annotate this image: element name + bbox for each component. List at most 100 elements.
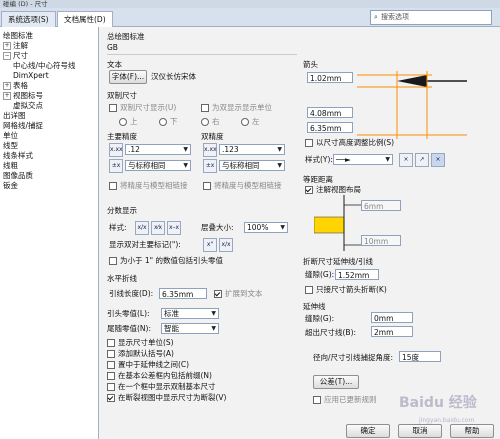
tree-item-drafting-standard[interactable]: 绘图标准 xyxy=(3,31,33,40)
tree-item-virtual-sharps[interactable]: 虚拟交点 xyxy=(13,101,43,110)
arrow-smart-icon[interactable]: × xyxy=(431,153,445,167)
checkbox-label: 在一个框中显示双制基本尺寸 xyxy=(118,382,216,391)
offset-first-input[interactable]: 6mm xyxy=(361,200,401,211)
tree-item-view-labels[interactable]: + 视图标号 xyxy=(3,91,43,100)
radio-circle[interactable] xyxy=(159,118,167,126)
fraction-style-diagonal-icon[interactable]: x⁄x xyxy=(151,221,165,235)
arrow-style-select[interactable]: ──► ▼ xyxy=(333,154,393,165)
dual-units-checkbox[interactable]: 为双显示显示单位 xyxy=(201,103,272,112)
arrow-height-input[interactable]: 1.02mm xyxy=(307,72,353,83)
beyond-dim-line-input[interactable]: 2mm xyxy=(371,326,413,337)
dual-precision-select[interactable]: .123 ▼ xyxy=(219,144,285,155)
tree-item-units[interactable]: 单位 xyxy=(3,131,18,140)
checkbox-box[interactable] xyxy=(107,383,115,391)
leading-zeros-select[interactable]: 标准 ▼ xyxy=(161,308,219,319)
radio-circle[interactable] xyxy=(201,118,209,126)
checkbox-box[interactable] xyxy=(214,290,222,298)
checkbox-box[interactable] xyxy=(313,396,321,404)
checkbox-box[interactable] xyxy=(305,139,313,147)
dual-basic-in-one-box-checkbox[interactable]: 在一个框中显示双制基本尺寸 xyxy=(107,382,216,391)
font-button[interactable]: 字体(F)... xyxy=(109,70,147,84)
part-edge-rect xyxy=(314,216,345,234)
select-value: 与标称相同 xyxy=(222,161,260,170)
checkbox-box[interactable] xyxy=(305,186,313,194)
broken-view-dims-checkbox[interactable]: 在断裂视图中显示尺寸为断裂(V) xyxy=(107,393,226,402)
annotation-view-layout-checkbox[interactable]: 注解视图布局 xyxy=(305,185,361,194)
tree-item-line-thickness[interactable]: 线粗 xyxy=(3,161,18,170)
checkbox-box[interactable] xyxy=(109,104,117,112)
tree-item-annotations[interactable]: + 注解 xyxy=(3,41,28,50)
radio-circle[interactable] xyxy=(241,118,249,126)
arrow-width-input[interactable]: 4.08mm xyxy=(307,107,353,118)
tree-item-centerlines[interactable]: 中心线/中心符号线 xyxy=(13,61,76,70)
tolerance-button[interactable]: 公差(T)... xyxy=(313,375,359,389)
tab-system-options[interactable]: 系统选项(S) xyxy=(1,11,56,27)
checkbox-box[interactable] xyxy=(107,394,115,402)
tree-item-dimensions[interactable]: − 尺寸 xyxy=(3,51,28,60)
primary-link-checkbox[interactable]: 将精度与模型相链接 xyxy=(109,181,188,190)
cancel-button[interactable]: 取消 xyxy=(398,424,442,438)
radio-top[interactable]: 上 xyxy=(119,117,138,126)
checkbox-box[interactable] xyxy=(107,372,115,380)
expand-icon[interactable]: + xyxy=(3,42,11,50)
dual-display-checkbox[interactable]: 双制尺寸显示(U) xyxy=(109,103,176,112)
tree-item-tables[interactable]: + 表格 xyxy=(3,81,28,90)
break-only-arrow-checkbox[interactable]: 只接尺寸箭头折断(K) xyxy=(305,285,387,294)
tab-document-properties[interactable]: 文档属性(D) xyxy=(57,11,113,28)
extension-gap-input[interactable]: 0mm xyxy=(371,312,413,323)
double-prime-icon-a[interactable]: x" xyxy=(203,238,217,252)
primary-precision-select[interactable]: .12 ▼ xyxy=(125,144,191,155)
checkbox-box[interactable] xyxy=(107,350,115,358)
apply-updated-rules-checkbox[interactable]: 应用已更新规则 xyxy=(313,395,377,404)
show-units-checkbox[interactable]: 显示尺寸单位(S) xyxy=(107,338,174,347)
fraction-style-horizontal-icon[interactable]: x/x xyxy=(135,221,149,235)
tree-item-grid-snap[interactable]: 网格线/捕捉 xyxy=(3,121,43,130)
expand-icon[interactable]: + xyxy=(3,82,11,90)
arrow-inside-icon[interactable]: ↗ xyxy=(415,153,429,167)
radio-right[interactable]: 右 xyxy=(201,117,220,126)
checkbox-box[interactable] xyxy=(107,339,115,347)
search-input[interactable]: ⌕ 搜索选项 xyxy=(370,10,492,25)
checkbox-label: 在断裂视图中显示尺寸为断裂(V) xyxy=(118,393,227,402)
checkbox-box[interactable] xyxy=(201,104,209,112)
tree-item-dimxpert[interactable]: DimXpert xyxy=(13,71,49,80)
radio-left[interactable]: 左 xyxy=(241,117,260,126)
help-button[interactable]: 帮助 xyxy=(450,424,494,438)
dual-tolerance-select[interactable]: 与标称相同 ▼ xyxy=(219,160,285,171)
trailing-zeros-select[interactable]: 智能 ▼ xyxy=(161,323,219,334)
offset-second-input[interactable]: 10mm xyxy=(361,235,401,246)
checkbox-box[interactable] xyxy=(109,182,117,190)
center-between-extension-checkbox[interactable]: 置中于延伸线之间(C) xyxy=(107,360,189,369)
tree-item-sheet-metal[interactable]: 钣金 xyxy=(3,181,18,190)
leader-length-input[interactable]: 6.35mm xyxy=(159,288,207,299)
extend-to-text-checkbox[interactable]: 扩展到文本 xyxy=(214,289,263,298)
arrow-outside-icon[interactable]: × xyxy=(399,153,413,167)
dual-link-checkbox[interactable]: 将精度与模型相链接 xyxy=(203,181,282,190)
arrow-length-input[interactable]: 6.35mm xyxy=(307,122,353,133)
checkbox-box[interactable] xyxy=(305,286,313,294)
radial-snap-input[interactable]: 15度 xyxy=(399,351,441,362)
fraction-style-stacked-icon[interactable]: x–x xyxy=(167,221,181,235)
offset-section-label: 等距距离 xyxy=(303,175,333,184)
radio-bottom[interactable]: 下 xyxy=(159,117,178,126)
tree-item-line-font[interactable]: 线型 xyxy=(3,141,18,150)
collapse-icon[interactable]: − xyxy=(3,52,11,60)
ok-button[interactable]: 确定 xyxy=(346,424,390,438)
chevron-down-icon: ▼ xyxy=(277,146,282,153)
add-parentheses-checkbox[interactable]: 添加默认括号(A) xyxy=(107,349,174,358)
break-gap-input[interactable]: 1.52mm xyxy=(335,269,379,280)
checkbox-box[interactable] xyxy=(109,257,117,265)
leading-zero-checkbox[interactable]: 为小于 1" 的数值包括引头零值 xyxy=(109,256,223,265)
stack-size-select[interactable]: 100% ▼ xyxy=(244,222,288,233)
tree-item-image-quality[interactable]: 图像品质 xyxy=(3,171,33,180)
primary-tolerance-select[interactable]: 与标称相同 ▼ xyxy=(125,160,191,171)
expand-icon[interactable]: + xyxy=(3,92,11,100)
checkbox-box[interactable] xyxy=(107,361,115,369)
tree-item-detailing[interactable]: 出详图 xyxy=(3,111,26,120)
tree-item-line-style[interactable]: 线条样式 xyxy=(3,151,33,160)
double-prime-icon-b[interactable]: x/x xyxy=(219,238,233,252)
scale-with-height-checkbox[interactable]: 以尺寸高度调整比例(S) xyxy=(305,138,394,147)
prefix-in-tolerance-box-checkbox[interactable]: 在基本公差框内包括前缀(N) xyxy=(107,371,212,380)
checkbox-box[interactable] xyxy=(203,182,211,190)
radio-circle[interactable] xyxy=(119,118,127,126)
